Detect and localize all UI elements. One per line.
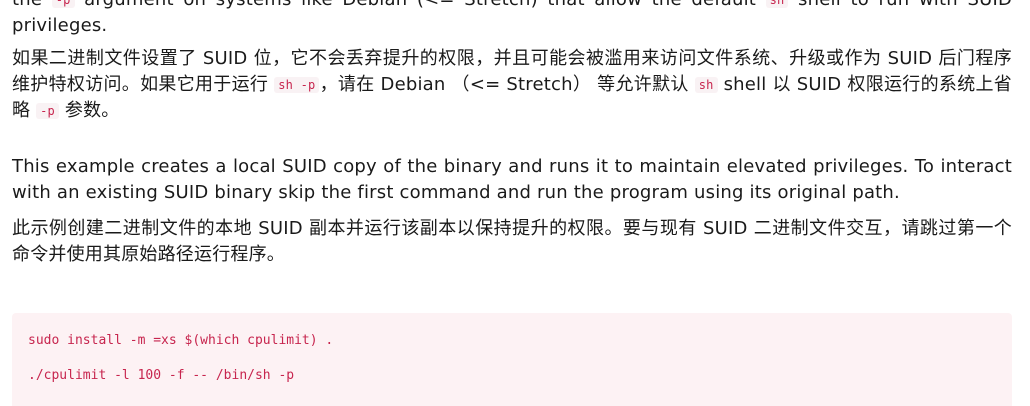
paragraph-text: the	[12, 0, 52, 10]
paragraph-example-en: This example creates a local SUID copy o…	[12, 156, 1012, 203]
inline-code: sh	[694, 77, 718, 93]
inline-code: sh	[765, 0, 789, 8]
code-line: sudo install -m =xs $(which cpulimit) .	[28, 333, 334, 348]
paragraph-suid-note-en: the -p argument on systems like Debian (…	[12, 0, 1012, 39]
paragraph-example-zh: 此示例创建二进制文件的本地 SUID 副本并运行该副本以保持提升的权限。要与现有…	[12, 218, 1012, 265]
paragraph-text: ，请在 Debian （<= Stretch） 等允许默认	[319, 74, 695, 95]
paragraph-text: 参数。	[58, 100, 120, 121]
inline-code: -p	[51, 0, 75, 8]
code-block: sudo install -m =xs $(which cpulimit) . …	[12, 313, 1012, 406]
inline-code: sh -p	[274, 77, 320, 93]
inline-code: -p	[36, 103, 59, 119]
paragraph-suid-note-zh: 如果二进制文件设置了 SUID 位，它不会丢弃提升的权限，并且可能会被滥用来访问…	[12, 46, 1012, 124]
paragraph-text: argument on systems like Debian (<= Stre…	[75, 0, 766, 10]
document-page: the -p argument on systems like Debian (…	[0, 0, 1030, 406]
code-line: ./cpulimit -l 100 -f -- /bin/sh -p	[28, 368, 295, 383]
